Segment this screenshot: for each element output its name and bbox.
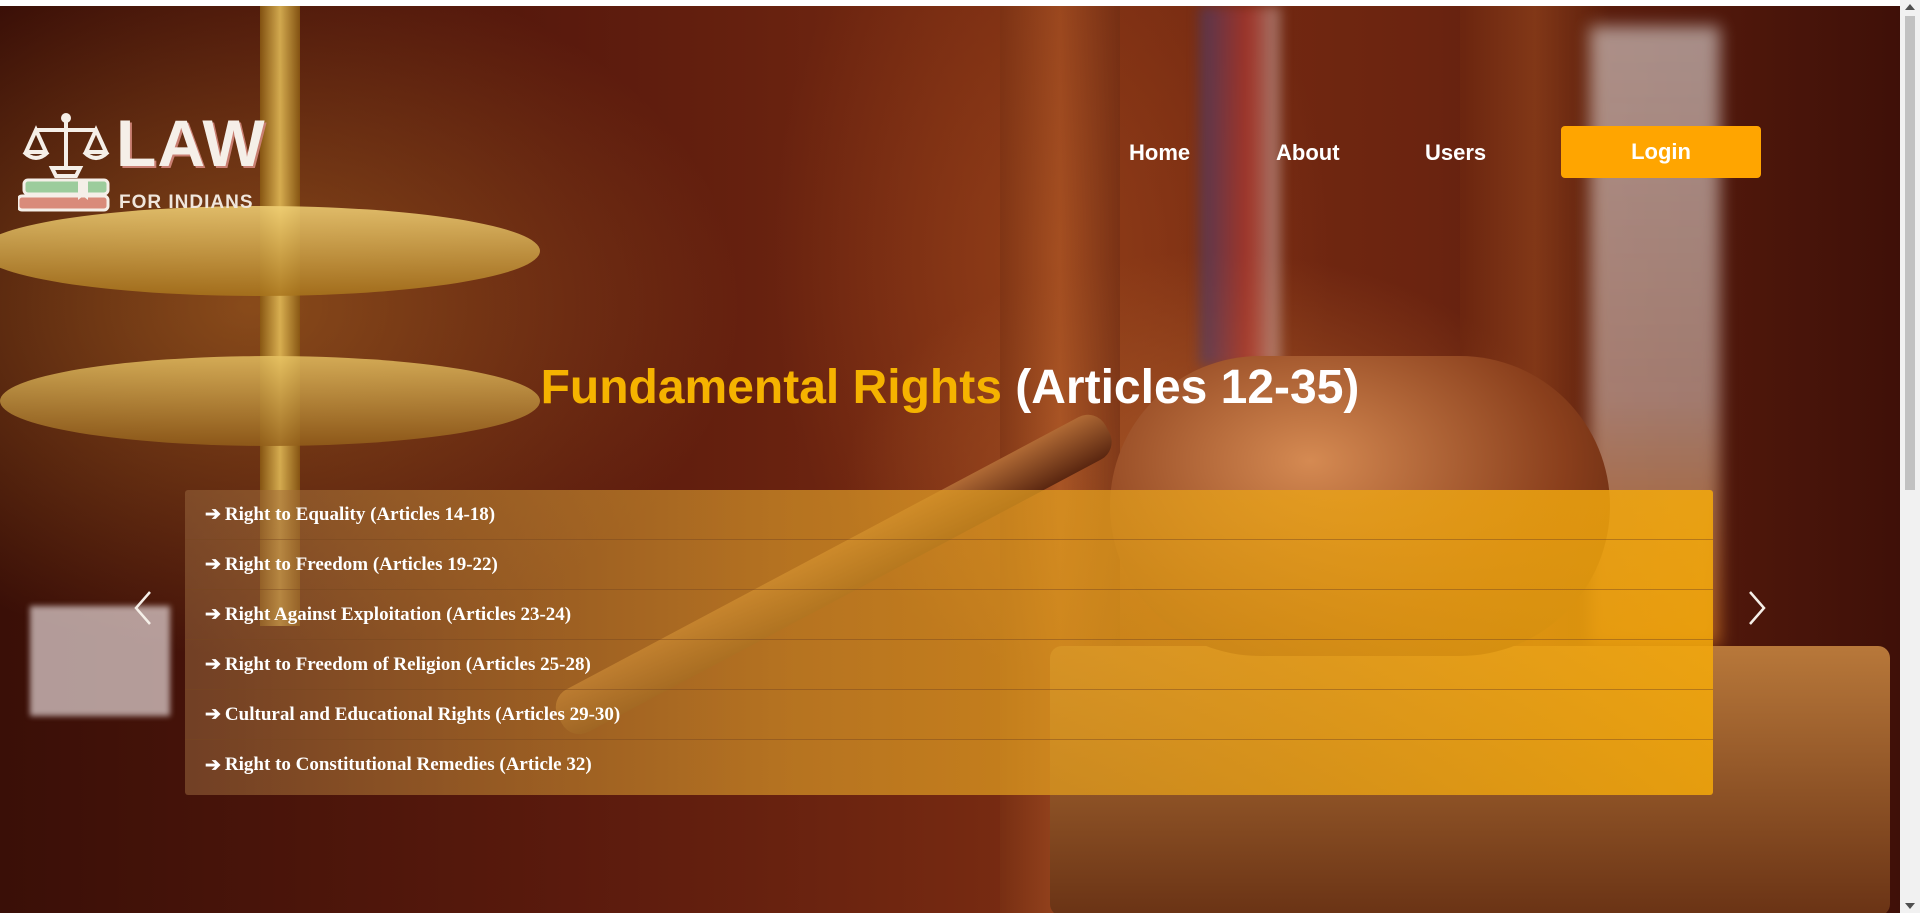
page-title: Fundamental Rights (Articles 12-35)	[0, 360, 1900, 415]
list-item-label: Right Against Exploitation (Articles 23-…	[224, 603, 572, 625]
list-item-label: Right to Equality (Articles 14-18)	[224, 503, 496, 525]
scales-books-icon	[18, 113, 110, 212]
site-logo[interactable]: LAW FOR INDIANS	[18, 110, 268, 220]
arrow-right-icon: ➔	[205, 654, 221, 675]
page-title-accent: Fundamental Rights	[540, 361, 1002, 414]
nav-about-link[interactable]: About	[1276, 140, 1340, 166]
logo-title: LAW	[116, 106, 266, 180]
nav-home-link[interactable]: Home	[1129, 140, 1190, 166]
list-item[interactable]: ➔ Cultural and Educational Rights (Artic…	[185, 690, 1713, 740]
chevron-right-icon[interactable]	[1742, 588, 1772, 628]
arrow-right-icon: ➔	[205, 704, 221, 725]
arrow-right-icon: ➔	[205, 504, 221, 525]
list-item-label: Cultural and Educational Rights (Article…	[224, 703, 621, 725]
list-item[interactable]: ➔ Right to Equality (Articles 14-18)	[185, 490, 1713, 540]
nav-users-link[interactable]: Users	[1425, 140, 1486, 166]
list-item[interactable]: ➔ Right to Constitutional Remedies (Arti…	[185, 740, 1713, 790]
list-item[interactable]: ➔ Right Against Exploitation (Articles 2…	[185, 590, 1713, 640]
chevron-left-icon[interactable]	[128, 588, 158, 628]
list-item-label: Right to Constitutional Remedies (Articl…	[224, 754, 592, 775]
list-item-label: Right to Freedom of Religion (Articles 2…	[224, 653, 591, 675]
rights-list: ➔ Right to Equality (Articles 14-18) ➔ Rig…	[185, 490, 1713, 795]
scroll-down-icon[interactable]	[1905, 903, 1915, 909]
list-item[interactable]: ➔ Right to Freedom of Religion (Articles…	[185, 640, 1713, 690]
login-button[interactable]: Login	[1561, 126, 1761, 178]
arrow-right-icon: ➔	[205, 604, 221, 625]
list-item-label: Right to Freedom (Articles 19-22)	[224, 553, 498, 575]
list-item[interactable]: ➔ Right to Freedom (Articles 19-22)	[185, 540, 1713, 590]
background-flag	[1200, 6, 1280, 366]
arrow-right-icon: ➔	[205, 754, 221, 776]
scrollbar-thumb[interactable]	[1905, 16, 1915, 490]
arrow-right-icon: ➔	[205, 554, 221, 575]
scroll-up-icon[interactable]	[1905, 4, 1915, 10]
logo-subtitle: FOR INDIANS	[119, 192, 254, 213]
page-scrollbar[interactable]	[1900, 0, 1920, 913]
page-title-rest: (Articles 12-35)	[1001, 361, 1360, 414]
